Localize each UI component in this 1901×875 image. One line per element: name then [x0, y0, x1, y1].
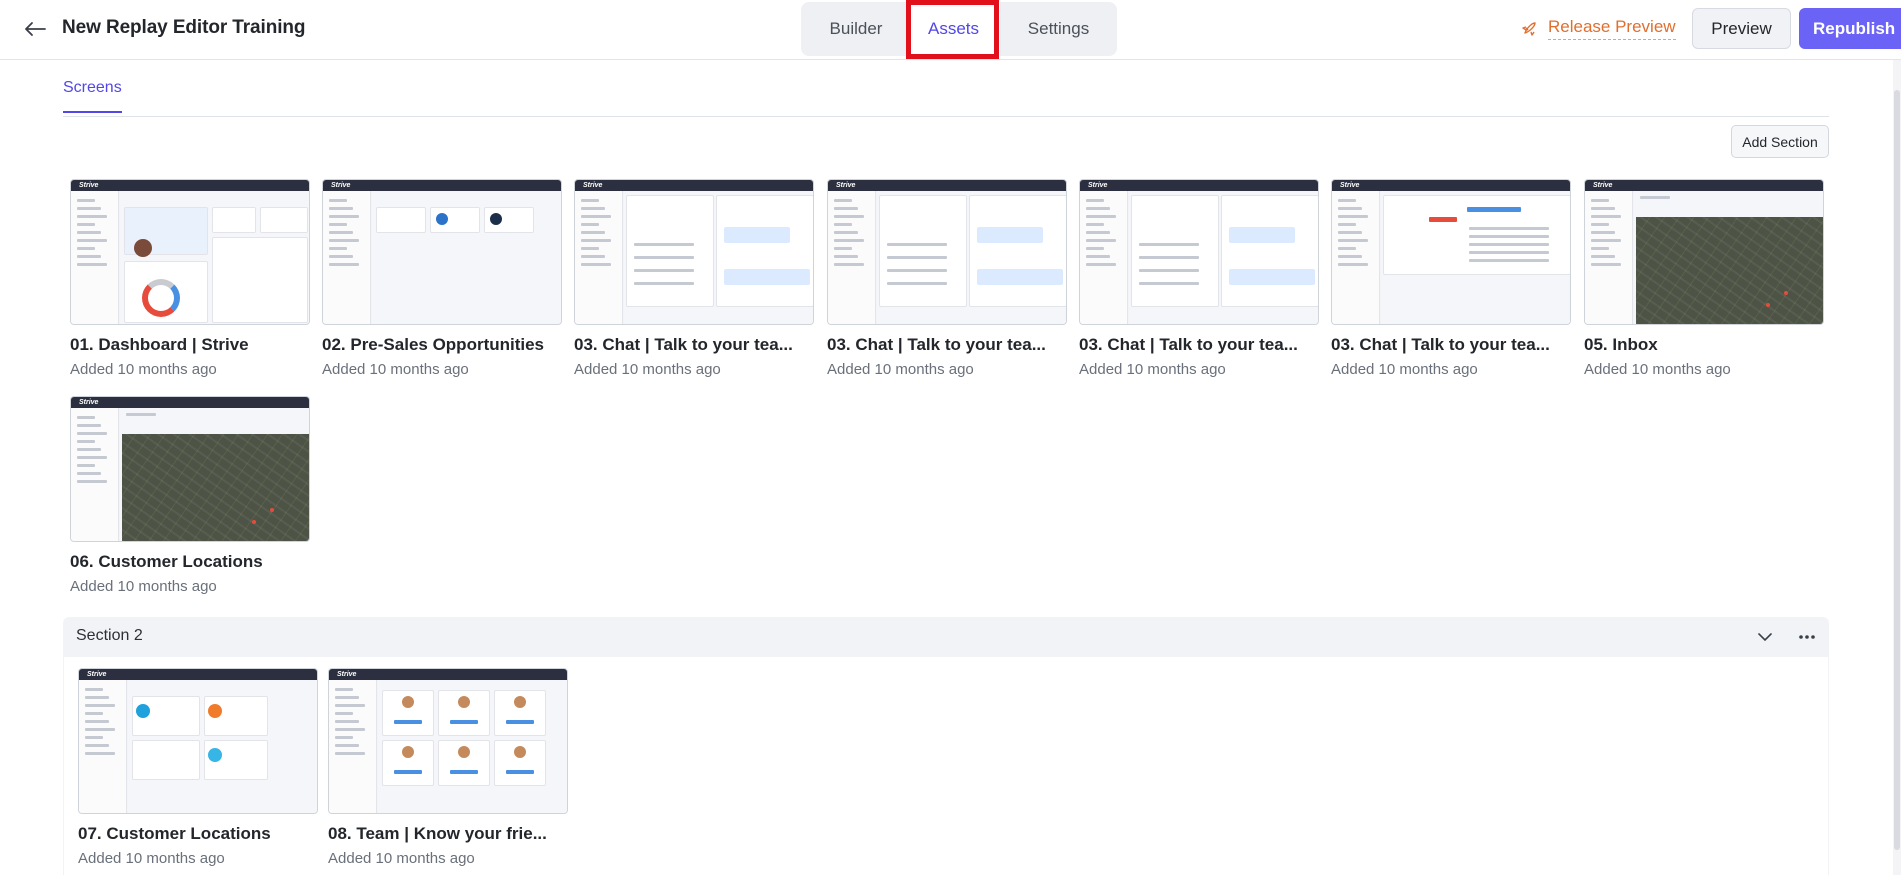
tab-settings[interactable]: Settings [1001, 2, 1116, 56]
top-bar: New Replay Editor Training Builder Asset… [0, 0, 1901, 60]
screen-thumbnail[interactable]: Strive [70, 179, 310, 325]
section-more-button[interactable] [1796, 627, 1818, 647]
screen-thumbnail[interactable]: Strive [1331, 179, 1571, 325]
republish-button[interactable]: Republish [1799, 8, 1901, 49]
screen-title: 08. Team | Know your frie... [328, 824, 547, 843]
screen-added-time: Added 10 months ago [70, 361, 217, 378]
screen-title: 01. Dashboard | Strive [70, 335, 249, 354]
screen-added-time: Added 10 months ago [827, 361, 974, 378]
strive-logo: Strive [836, 182, 856, 189]
screen-card[interactable]: Strive 05. Inbox Added 10 months ago [1584, 179, 1824, 378]
view-tabs: Builder Assets Settings [801, 2, 1117, 56]
back-button[interactable] [20, 15, 50, 43]
page-title: New Replay Editor Training [62, 17, 306, 38]
screen-added-time: Added 10 months ago [70, 578, 217, 595]
screen-card[interactable]: Strive 03. Chat | Talk to your tea... Adde… [827, 179, 1067, 378]
more-horizontal-icon [1799, 635, 1815, 639]
screen-card[interactable]: Strive 08. Team | Know your frie... Added … [328, 668, 568, 867]
screen-added-time: Added 10 months ago [1331, 361, 1478, 378]
screen-thumbnail[interactable]: Strive [574, 179, 814, 325]
screen-title: 03. Chat | Talk to your tea... [1331, 335, 1550, 354]
screen-card[interactable]: Strive 02. Pre-Sales Opportunities Added 1… [322, 179, 562, 378]
screen-card[interactable]: Strive 03. Chat | Talk to your tea... Adde… [1331, 179, 1571, 378]
screen-added-time: Added 10 months ago [78, 850, 225, 867]
screen-title: 03. Chat | Talk to your tea... [574, 335, 793, 354]
screen-title: 03. Chat | Talk to your tea... [827, 335, 1046, 354]
tab-builder[interactable]: Builder [801, 2, 911, 56]
tab-assets[interactable]: Assets [907, 2, 1000, 56]
section-title: Section 2 [76, 627, 143, 644]
strive-logo: Strive [1340, 182, 1360, 189]
strive-logo: Strive [87, 671, 107, 678]
add-section-button[interactable]: Add Section [1731, 125, 1829, 158]
screen-card[interactable]: Strive 06. Customer Locations Added 10 mon… [70, 396, 310, 595]
screen-added-time: Added 10 months ago [328, 850, 475, 867]
section-2-header: Section 2 [63, 617, 1829, 657]
strive-logo: Strive [79, 399, 99, 406]
screen-thumbnail[interactable]: Strive [322, 179, 562, 325]
arrow-left-icon [25, 22, 46, 36]
strive-logo: Strive [337, 671, 357, 678]
screen-title: 07. Customer Locations [78, 824, 271, 843]
screen-added-time: Added 10 months ago [322, 361, 469, 378]
screen-title: 03. Chat | Talk to your tea... [1079, 335, 1298, 354]
screen-card[interactable]: Strive 03. Chat | Talk to your tea... Adde… [1079, 179, 1319, 378]
strive-logo: Strive [583, 182, 603, 189]
preview-button[interactable]: Preview [1692, 8, 1791, 49]
strive-logo: Strive [331, 182, 351, 189]
screen-added-time: Added 10 months ago [1584, 361, 1731, 378]
release-preview-link[interactable]: Release Preview [1522, 16, 1676, 40]
release-preview-label: Release Preview [1548, 17, 1676, 40]
screen-thumbnail[interactable]: Strive [78, 668, 318, 814]
screen-card[interactable]: Strive 01. Dashboard | Strive Added 10 mon… [70, 179, 310, 378]
screen-added-time: Added 10 months ago [1079, 361, 1226, 378]
rocket-icon [1522, 22, 1536, 36]
screen-thumbnail[interactable]: Strive [328, 668, 568, 814]
strive-logo: Strive [1593, 182, 1613, 189]
screen-added-time: Added 10 months ago [574, 361, 721, 378]
strive-logo: Strive [1088, 182, 1108, 189]
scrollbar-thumb[interactable] [1894, 90, 1900, 850]
screen-title: 05. Inbox [1584, 335, 1658, 354]
chevron-down-icon [1758, 632, 1772, 641]
asset-subtabs: Screens [63, 61, 1829, 117]
tab-screens[interactable]: Screens [63, 79, 122, 113]
screen-title: 02. Pre-Sales Opportunities [322, 335, 545, 354]
collapse-section-button[interactable] [1755, 627, 1775, 647]
screen-card[interactable]: Strive 07. Customer Locations Added 10 mon… [78, 668, 318, 867]
screen-thumbnail[interactable]: Strive [70, 396, 310, 542]
screen-title: 06. Customer Locations [70, 552, 263, 571]
screen-thumbnail[interactable]: Strive [1079, 179, 1319, 325]
page-scrollbar[interactable] [1893, 60, 1901, 875]
strive-logo: Strive [79, 182, 99, 189]
screen-card[interactable]: Strive 03. Chat | Talk to your tea... Adde… [574, 179, 814, 378]
screen-thumbnail[interactable]: Strive [1584, 179, 1824, 325]
screen-thumbnail[interactable]: Strive [827, 179, 1067, 325]
